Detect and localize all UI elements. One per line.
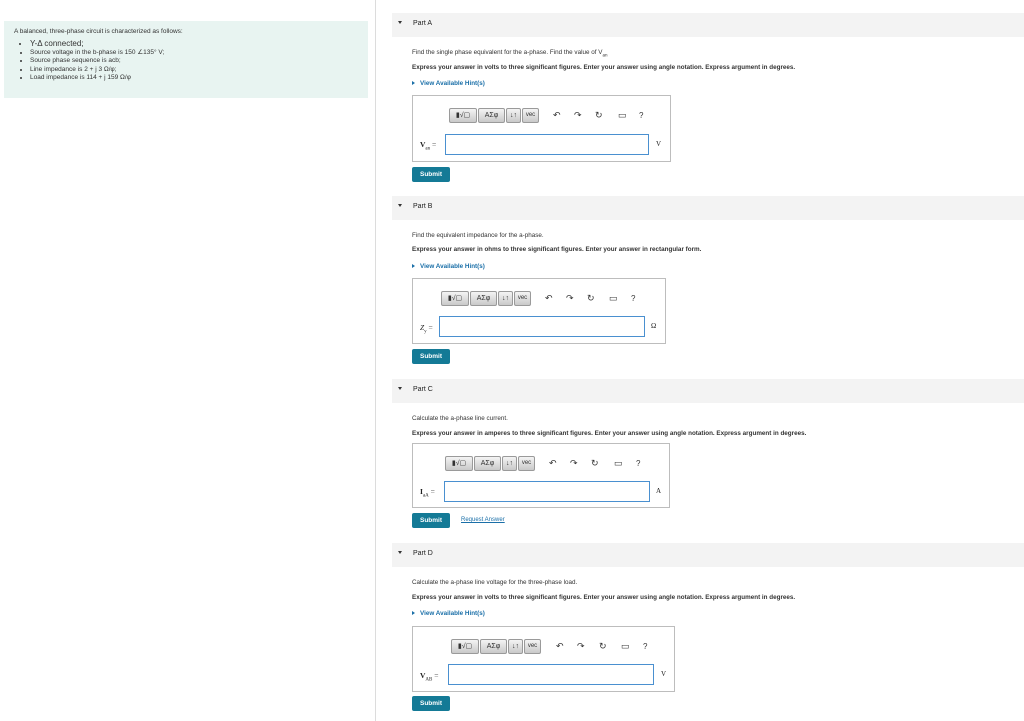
templates-button[interactable]: ▮√▢ <box>445 456 473 471</box>
undo-icon[interactable]: ↶ <box>545 291 553 306</box>
part-b-answer-input[interactable] <box>439 316 645 337</box>
part-d-instruction: Express your answer in volts to three si… <box>412 594 796 601</box>
vector-button[interactable]: vec <box>524 639 541 654</box>
column-divider <box>375 0 376 721</box>
part-a-header[interactable]: Part A <box>392 13 1024 37</box>
part-a-question: Find the single phase equivalent for the… <box>412 49 608 58</box>
keyboard-icon[interactable]: ▭ <box>614 456 623 471</box>
part-b-instruction: Express your answer in ohms to three sig… <box>412 246 702 253</box>
keyboard-icon[interactable]: ▭ <box>618 108 627 123</box>
problem-item: Source voltage in the b-phase is 150 ∠13… <box>30 49 368 58</box>
part-a-hint-toggle[interactable]: View Available Hint(s) <box>412 80 485 87</box>
problem-intro: A balanced, three-phase circuit is chara… <box>14 28 183 35</box>
templates-button[interactable]: ▮√▢ <box>449 108 477 123</box>
part-a-instruction: Express your answer in volts to three si… <box>412 64 796 71</box>
reset-icon[interactable]: ↻ <box>587 291 595 306</box>
part-d-submit-button[interactable]: Submit <box>412 696 450 711</box>
request-answer-link[interactable]: Request Answer <box>461 517 505 523</box>
help-icon[interactable]: ? <box>639 108 643 123</box>
keyboard-icon[interactable]: ▭ <box>621 639 630 654</box>
arrows-button[interactable]: ↓↑ <box>506 108 521 123</box>
part-d-label: Part D <box>413 550 433 557</box>
part-b-question: Find the equivalent impedance for the a-… <box>412 232 544 239</box>
part-d-question: Calculate the a-phase line voltage for t… <box>412 579 578 586</box>
expand-triangle-icon <box>412 611 415 615</box>
vector-button[interactable]: vec <box>518 456 535 471</box>
problem-item: Line impedance is 2 + j 3 Ω/φ; <box>30 66 368 75</box>
answer-variable-label: Van = <box>420 140 437 152</box>
undo-icon[interactable]: ↶ <box>556 639 564 654</box>
arrows-button[interactable]: ↓↑ <box>502 456 517 471</box>
part-b-answer-box: ▮√▢ ΑΣφ ↓↑ vec ↶ ↷ ↻ ▭ ? Zy = Ω <box>412 278 666 344</box>
part-c-instruction: Express your answer in amperes to three … <box>412 430 807 437</box>
help-icon[interactable]: ? <box>631 291 635 306</box>
collapse-caret-icon[interactable] <box>398 551 402 554</box>
part-a-submit-button[interactable]: Submit <box>412 167 450 182</box>
problem-item: Source phase sequence is acb; <box>30 57 368 66</box>
expand-triangle-icon <box>412 264 415 268</box>
reset-icon[interactable]: ↻ <box>599 639 607 654</box>
problem-item: Y-Δ connected; <box>30 39 368 49</box>
part-d-hint-toggle[interactable]: View Available Hint(s) <box>412 610 485 617</box>
expand-triangle-icon <box>412 81 415 85</box>
arrows-button[interactable]: ↓↑ <box>508 639 523 654</box>
answer-unit: A <box>656 487 662 495</box>
part-c-header[interactable]: Part C <box>392 379 1024 403</box>
help-icon[interactable]: ? <box>636 456 640 471</box>
redo-icon[interactable]: ↷ <box>570 456 578 471</box>
redo-icon[interactable]: ↷ <box>566 291 574 306</box>
greek-symbols-button[interactable]: ΑΣφ <box>478 108 505 123</box>
part-c-submit-button[interactable]: Submit <box>412 513 450 528</box>
part-b-label: Part B <box>413 203 433 210</box>
part-c-question: Calculate the a-phase line current. <box>412 415 508 422</box>
undo-icon[interactable]: ↶ <box>549 456 557 471</box>
answer-variable-label: VAB = <box>420 671 439 683</box>
part-b-hint-toggle[interactable]: View Available Hint(s) <box>412 263 485 270</box>
part-c-answer-input[interactable] <box>444 481 650 502</box>
collapse-caret-icon[interactable] <box>398 21 402 24</box>
greek-symbols-button[interactable]: ΑΣφ <box>470 291 497 306</box>
answer-unit: V <box>661 670 667 678</box>
part-c-label: Part C <box>413 386 433 393</box>
reset-icon[interactable]: ↻ <box>591 456 599 471</box>
part-b-header[interactable]: Part B <box>392 196 1024 220</box>
templates-button[interactable]: ▮√▢ <box>451 639 479 654</box>
arrows-button[interactable]: ↓↑ <box>498 291 513 306</box>
undo-icon[interactable]: ↶ <box>553 108 561 123</box>
part-d-answer-box: ▮√▢ ΑΣφ ↓↑ vec ↶ ↷ ↻ ▭ ? VAB = V <box>412 626 675 692</box>
greek-symbols-button[interactable]: ΑΣφ <box>474 456 501 471</box>
templates-button[interactable]: ▮√▢ <box>441 291 469 306</box>
keyboard-icon[interactable]: ▭ <box>609 291 618 306</box>
problem-list: Y-Δ connected; Source voltage in the b-p… <box>14 39 368 83</box>
collapse-caret-icon[interactable] <box>398 387 402 390</box>
part-a-label: Part A <box>413 20 433 27</box>
vector-button[interactable]: vec <box>522 108 539 123</box>
part-d-answer-input[interactable] <box>448 664 654 685</box>
problem-statement: A balanced, three-phase circuit is chara… <box>4 21 368 98</box>
answer-variable-label: Zy = <box>420 323 433 335</box>
redo-icon[interactable]: ↷ <box>577 639 585 654</box>
part-c-answer-box: ▮√▢ ΑΣφ ↓↑ vec ↶ ↷ ↻ ▭ ? IaA = A <box>412 443 670 508</box>
problem-item: Load impedance is 114 + j 159 Ω/φ <box>30 74 368 83</box>
part-d-header[interactable]: Part D <box>392 543 1024 567</box>
redo-icon[interactable]: ↷ <box>574 108 582 123</box>
reset-icon[interactable]: ↻ <box>595 108 603 123</box>
part-b-submit-button[interactable]: Submit <box>412 349 450 364</box>
collapse-caret-icon[interactable] <box>398 204 402 207</box>
part-a-answer-input[interactable] <box>445 134 649 155</box>
vector-button[interactable]: vec <box>514 291 531 306</box>
part-a-answer-box: ▮√▢ ΑΣφ ↓↑ vec ↶ ↷ ↻ ▭ ? Van = V <box>412 95 671 162</box>
help-icon[interactable]: ? <box>643 639 647 654</box>
answer-unit: Ω <box>651 322 657 330</box>
greek-symbols-button[interactable]: ΑΣφ <box>480 639 507 654</box>
answer-unit: V <box>656 140 662 148</box>
answer-variable-label: IaA = <box>420 487 435 499</box>
